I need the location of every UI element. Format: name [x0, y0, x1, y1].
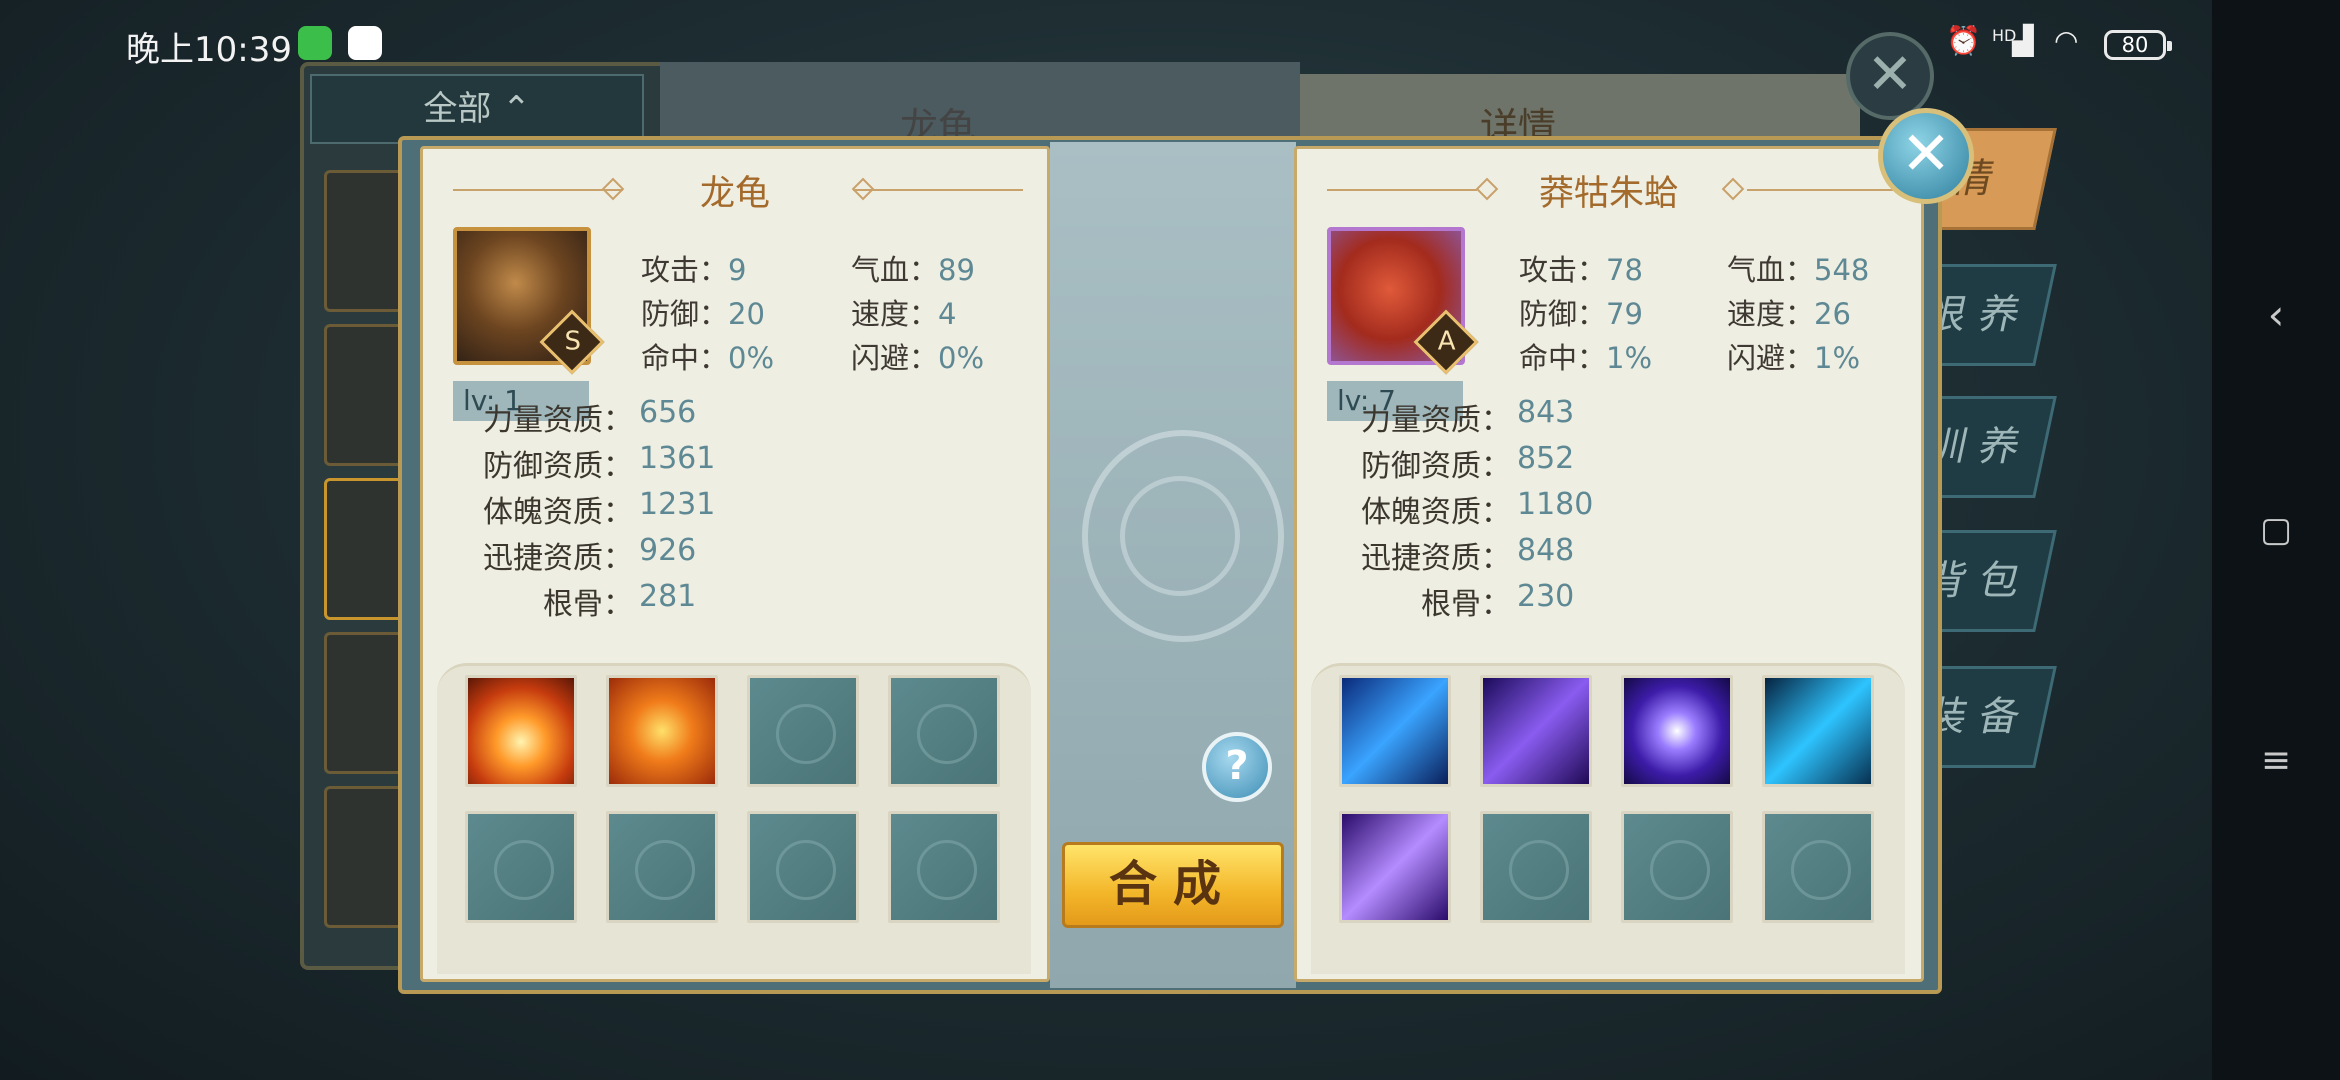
def-apt-value: 1361 [639, 441, 716, 476]
right-pet-panel: 莽牯朱蛤 A lv: 7 攻击：78 气血：548 防御：79 速度：26 命中… [1294, 146, 1924, 982]
flame-shield-skill-icon[interactable] [606, 675, 718, 787]
hp-stat: 气血：89 [851, 253, 975, 287]
empty-skill-slot[interactable] [1762, 811, 1874, 923]
wifi-icon: ◠ [2054, 24, 2079, 57]
lightning-strike-skill-icon[interactable] [1339, 675, 1451, 787]
agi-apt-label: 迅捷资质： [483, 541, 633, 576]
battery-indicator: 80 [2104, 30, 2172, 60]
def-apt-label: 防御资质： [1361, 449, 1511, 484]
defense-stat: 防御：20 [641, 297, 765, 331]
dragon-emblem-inner [1120, 476, 1240, 596]
close-button[interactable]: ✕ [1878, 108, 1974, 204]
attack-stat: 攻击：78 [1519, 253, 1643, 287]
hit-stat: 命中：0% [641, 341, 775, 375]
con-apt-value: 1231 [639, 487, 716, 522]
bone-label: 根骨： [543, 587, 633, 622]
bone-label: 根骨： [1421, 587, 1511, 622]
left-pet-name: 龙龟 [699, 174, 770, 214]
notification-app-icon [298, 26, 332, 60]
speed-stat: 速度：26 [1727, 297, 1851, 331]
rank-letter: S [564, 326, 581, 357]
empty-skill-slot[interactable] [747, 675, 859, 787]
def-apt-value: 852 [1517, 441, 1575, 476]
speed-stat: 速度：4 [851, 297, 957, 331]
defense-stat: 防御：79 [1519, 297, 1643, 331]
help-button[interactable]: ? [1202, 732, 1272, 802]
chevron-up-icon: ⌃ [502, 89, 531, 129]
str-apt-value: 843 [1517, 395, 1575, 430]
compose-button[interactable]: 合成 [1062, 842, 1284, 928]
empty-skill-slot[interactable] [888, 811, 1000, 923]
home-icon[interactable]: ▢ [2246, 510, 2306, 550]
hit-stat: 命中：1% [1519, 341, 1653, 375]
arcane-slash-skill-icon[interactable] [1339, 811, 1451, 923]
str-apt-label: 力量资质： [483, 403, 633, 438]
empty-skill-slot[interactable] [747, 811, 859, 923]
bone-value: 281 [639, 579, 697, 614]
str-apt-label: 力量资质： [1361, 403, 1511, 438]
empty-skill-slot[interactable] [1621, 811, 1733, 923]
flame-orb-skill-icon[interactable] [465, 675, 577, 787]
empty-skill-slot[interactable] [888, 675, 1000, 787]
empty-skill-slot[interactable] [606, 811, 718, 923]
dodge-stat: 闪避：0% [851, 341, 985, 375]
notification-browser-icon [348, 26, 382, 60]
agi-apt-value: 848 [1517, 533, 1575, 568]
filter-dropdown[interactable]: 全部 ⌃ [310, 74, 644, 144]
back-icon[interactable]: ‹ [2246, 290, 2306, 339]
status-time: 晚上10:39 [126, 30, 292, 70]
right-pet-name: 莽牯朱蛤 [1538, 174, 1679, 214]
con-apt-label: 体魄资质： [1361, 495, 1511, 530]
left-pet-panel: 龙龟 S lv: 1 攻击：9 气血：89 防御：20 速度：4 命中：0% 闪… [420, 146, 1050, 982]
agi-apt-label: 迅捷资质： [1361, 541, 1511, 576]
cell-signal-icon: ▟ [2012, 24, 2034, 57]
alarm-icon: ⏰ [1946, 24, 1981, 57]
agi-apt-value: 926 [639, 533, 697, 568]
bone-value: 230 [1517, 579, 1575, 614]
dodge-stat: 闪避：1% [1727, 341, 1861, 375]
hp-stat: 气血：548 [1727, 253, 1870, 287]
menu-icon[interactable]: ≡ [2246, 740, 2306, 781]
empty-skill-slot[interactable] [465, 811, 577, 923]
filter-label: 全部 [423, 89, 492, 129]
frost-beast-skill-icon[interactable] [1762, 675, 1874, 787]
con-apt-value: 1180 [1517, 487, 1594, 522]
arcane-pillar-skill-icon[interactable] [1480, 675, 1592, 787]
str-apt-value: 656 [639, 395, 697, 430]
arcane-orb-skill-icon[interactable] [1621, 675, 1733, 787]
con-apt-label: 体魄资质： [483, 495, 633, 530]
rank-letter: A [1437, 326, 1456, 357]
def-apt-label: 防御资质： [483, 449, 633, 484]
background-close-icon[interactable]: ✕ [1846, 32, 1934, 120]
empty-skill-slot[interactable] [1480, 811, 1592, 923]
attack-stat: 攻击：9 [641, 253, 747, 287]
